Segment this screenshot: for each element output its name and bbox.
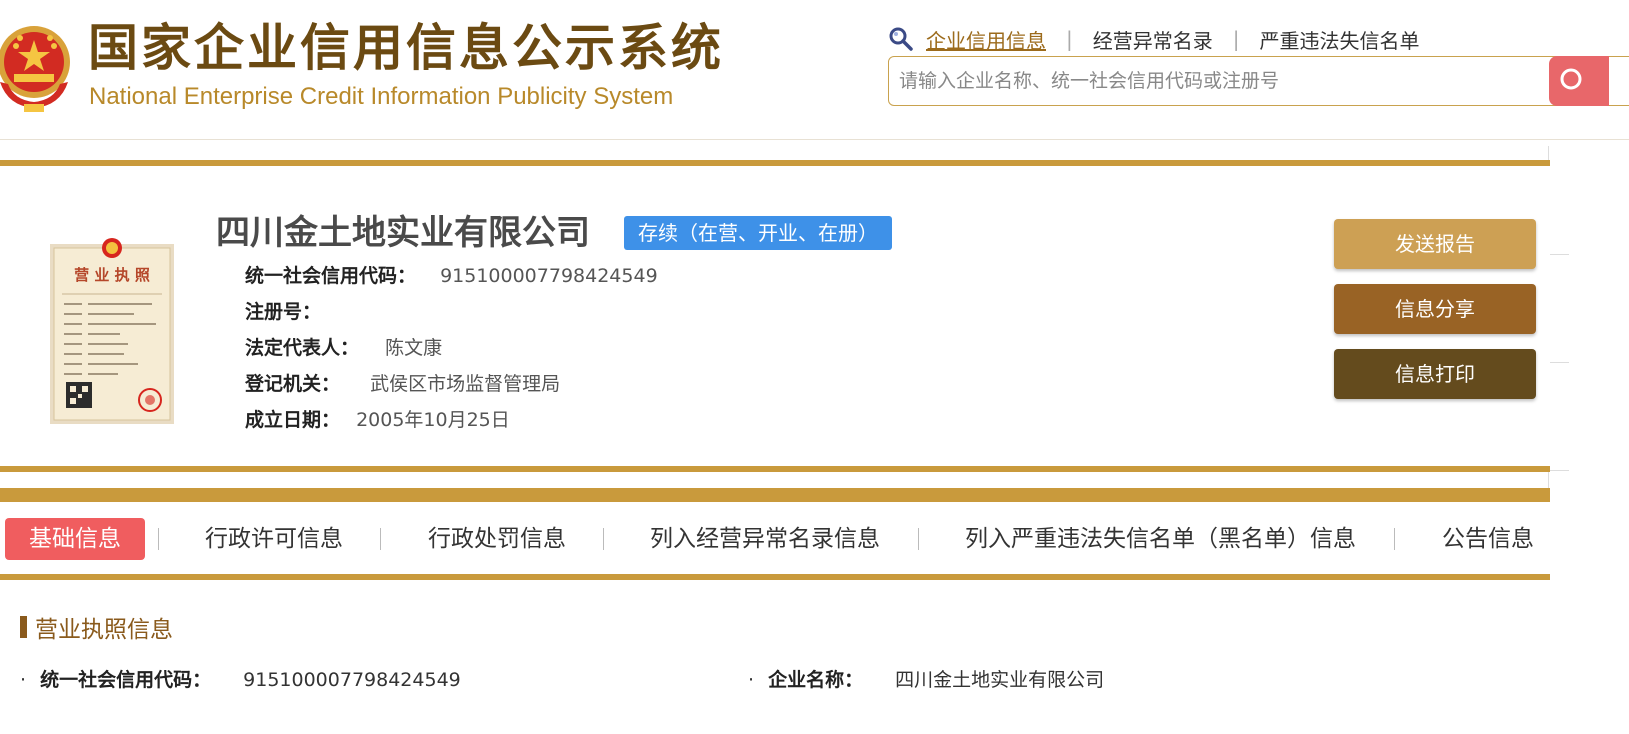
bullet: · bbox=[748, 669, 755, 691]
site-header: 国家企业信用信息公示系统 National Enterprise Credit … bbox=[0, 0, 1629, 140]
field-value: 915100007798424549 bbox=[243, 669, 461, 691]
tab-admin-penalty[interactable]: 行政处罚信息 bbox=[428, 518, 566, 560]
top-nav: 企业信用信息 | 经营异常名录 | 严重违法失信名单 bbox=[888, 22, 1420, 56]
nav-link-credit-info[interactable]: 企业信用信息 bbox=[926, 25, 1046, 54]
nav-link-blacklist[interactable]: 严重违法失信名单 bbox=[1260, 25, 1420, 54]
send-report-button[interactable]: 发送报告 bbox=[1334, 219, 1536, 269]
info-reg-no: 注册号： bbox=[245, 297, 321, 327]
nav-divider: | bbox=[1232, 27, 1240, 51]
field-label: 企业名称： bbox=[768, 669, 864, 691]
tab-bar: 基础信息 行政许可信息 行政处罚信息 列入经营异常名录信息 列入严重违法失信名单… bbox=[0, 502, 1550, 574]
bullet: · bbox=[20, 669, 27, 691]
search-input[interactable] bbox=[889, 57, 1629, 105]
founded-label: 成立日期： bbox=[245, 409, 341, 431]
search-box bbox=[888, 56, 1629, 106]
page: 国家企业信用信息公示系统 National Enterprise Credit … bbox=[0, 0, 1629, 734]
section-title-text: 营业执照信息 bbox=[35, 617, 173, 643]
tab-divider bbox=[1394, 528, 1395, 550]
field-company-name: · 企业名称： 四川金土地实业有限公司 bbox=[748, 664, 1104, 696]
tab-announcements[interactable]: 公告信息 bbox=[1442, 518, 1534, 560]
authority-value: 武侯区市场监督管理局 bbox=[370, 373, 561, 395]
field-credit-code: · 统一社会信用代码： 915100007798424549 bbox=[20, 664, 461, 696]
credit-code-label: 统一社会信用代码： bbox=[245, 265, 417, 287]
nav-divider: | bbox=[1066, 27, 1073, 51]
share-info-button[interactable]: 信息分享 bbox=[1334, 284, 1536, 334]
info-credit-code: 统一社会信用代码： 915100007798424549 bbox=[245, 261, 658, 291]
nav-link-abnormal-list[interactable]: 经营异常名录 bbox=[1093, 25, 1213, 54]
tab-blacklist[interactable]: 列入严重违法失信名单（黑名单）信息 bbox=[965, 518, 1356, 560]
tab-abnormal-list[interactable]: 列入经营异常名录信息 bbox=[650, 518, 880, 560]
tab-divider bbox=[603, 528, 604, 550]
site-logo-en: National Enterprise Credit Information P… bbox=[89, 83, 674, 110]
reg-no-label: 注册号： bbox=[245, 301, 322, 323]
tabs-bottom-border bbox=[0, 574, 1550, 580]
business-license-image[interactable]: 营 业 执 照 bbox=[48, 236, 176, 426]
legal-rep-value: 陈文康 bbox=[385, 337, 443, 359]
license-title: 营 业 执 照 bbox=[74, 266, 150, 284]
credit-code-value: 915100007798424549 bbox=[440, 265, 658, 287]
tab-divider bbox=[158, 528, 159, 550]
company-name: 四川金土地实业有限公司 bbox=[216, 213, 590, 253]
search-button-icon bbox=[1560, 68, 1582, 90]
tabs-top-border bbox=[0, 488, 1550, 502]
rail-divider bbox=[1549, 362, 1569, 363]
founded-value: 2005年10月25日 bbox=[356, 409, 510, 431]
national-emblem-icon bbox=[0, 26, 70, 112]
legal-rep-label: 法定代表人： bbox=[245, 337, 360, 359]
status-badge: 存续（在营、开业、在册） bbox=[624, 216, 892, 250]
search-button[interactable] bbox=[1549, 56, 1609, 106]
field-value: 四川金土地实业有限公司 bbox=[895, 669, 1105, 691]
site-logo-cn: 国家企业信用信息公示系统 bbox=[88, 19, 724, 77]
rail-divider bbox=[1549, 254, 1569, 255]
band-bottom-border bbox=[0, 466, 1550, 472]
right-side-rail bbox=[1548, 146, 1629, 580]
tab-divider bbox=[380, 528, 381, 550]
print-info-button[interactable]: 信息打印 bbox=[1334, 349, 1536, 399]
rail-divider bbox=[1549, 470, 1569, 471]
tab-divider bbox=[918, 528, 919, 550]
field-label: 统一社会信用代码： bbox=[40, 669, 212, 691]
info-legal-rep: 法定代表人： 陈文康 bbox=[245, 333, 442, 363]
section-title-marker bbox=[20, 616, 27, 638]
section-title: 营业执照信息 bbox=[20, 612, 173, 643]
info-founded: 成立日期： 2005年10月25日 bbox=[245, 405, 510, 435]
search-icon bbox=[889, 27, 913, 51]
authority-label: 登记机关： bbox=[245, 373, 341, 395]
info-authority: 登记机关： 武侯区市场监督管理局 bbox=[245, 369, 560, 399]
tab-admin-license[interactable]: 行政许可信息 bbox=[205, 518, 343, 560]
tab-basic-info[interactable]: 基础信息 bbox=[5, 518, 145, 560]
